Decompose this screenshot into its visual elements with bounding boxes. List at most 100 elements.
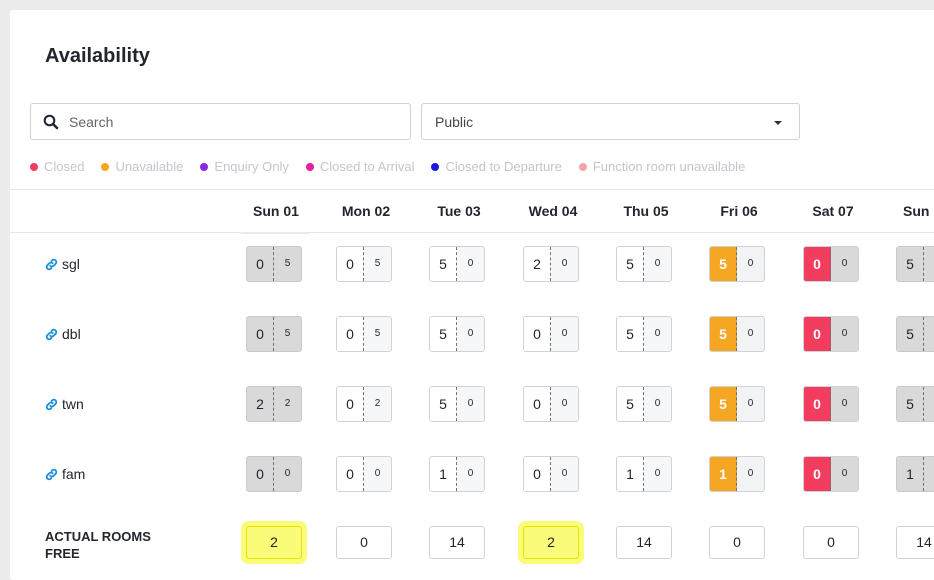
rooms-free-value: 14 <box>429 526 485 559</box>
availability-cell[interactable]: 50 <box>896 386 934 422</box>
availability-cell[interactable]: 50 <box>429 246 485 282</box>
availability-cell[interactable]: 00 <box>803 316 859 352</box>
available-count[interactable]: 5 <box>617 317 644 351</box>
availability-cell[interactable]: 50 <box>429 316 485 352</box>
day-header[interactable]: Sat 07 <box>793 203 873 219</box>
booked-count: 0 <box>654 328 661 339</box>
available-count[interactable]: 0 <box>337 247 364 281</box>
booked-count: 2 <box>374 398 381 409</box>
available-count[interactable]: 2 <box>524 247 551 281</box>
day-header[interactable]: Fri 06 <box>699 203 779 219</box>
available-count[interactable]: 5 <box>710 317 737 351</box>
available-count[interactable]: 0 <box>337 457 364 491</box>
rooms-free-number: 14 <box>449 534 465 550</box>
rooms-free-value: 0 <box>803 526 859 559</box>
day-header[interactable]: Wed 04 <box>513 203 593 219</box>
booked-count: 0 <box>561 258 568 269</box>
room-label-fam[interactable]: fam <box>45 466 85 482</box>
available-count[interactable]: 0 <box>804 317 831 351</box>
available-count[interactable]: 0 <box>337 317 364 351</box>
room-label-sgl[interactable]: sgl <box>45 256 80 272</box>
availability-cell[interactable]: 50 <box>896 246 934 282</box>
room-label-dbl[interactable]: dbl <box>45 326 81 342</box>
day-header[interactable]: Thu 05 <box>606 203 686 219</box>
rooms-free-value: 14 <box>616 526 672 559</box>
available-count[interactable]: 0 <box>524 387 551 421</box>
availability-cell[interactable]: 00 <box>803 386 859 422</box>
search-input[interactable] <box>69 112 399 132</box>
rooms-free-number: 14 <box>916 534 932 550</box>
available-count[interactable]: 5 <box>617 387 644 421</box>
availability-cell[interactable]: 05 <box>336 316 392 352</box>
availability-cell[interactable]: 10 <box>616 456 672 492</box>
booked-count: 0 <box>841 398 848 409</box>
availability-cell[interactable]: 50 <box>709 316 765 352</box>
actual-rooms-free-text: ACTUAL ROOMS FREE <box>45 529 151 561</box>
booked-count: 0 <box>747 468 754 479</box>
availability-cell[interactable]: 05 <box>246 316 302 352</box>
availability-cell[interactable]: 00 <box>803 246 859 282</box>
available-count[interactable]: 5 <box>710 247 737 281</box>
booked-count: 0 <box>747 398 754 409</box>
available-count[interactable]: 0 <box>247 247 274 281</box>
booked-count: 0 <box>654 258 661 269</box>
availability-cell[interactable]: 00 <box>246 456 302 492</box>
availability-cell[interactable]: 50 <box>896 316 934 352</box>
available-count[interactable]: 1 <box>617 457 644 491</box>
available-count[interactable]: 5 <box>710 387 737 421</box>
day-header[interactable]: Sun 01 <box>236 203 316 219</box>
availability-cell[interactable]: 00 <box>803 456 859 492</box>
day-header[interactable]: Tue 03 <box>419 203 499 219</box>
available-count[interactable]: 0 <box>804 247 831 281</box>
legend-dot <box>101 162 110 171</box>
available-count[interactable]: 0 <box>804 387 831 421</box>
available-count[interactable]: 5 <box>617 247 644 281</box>
booked-count: 0 <box>841 258 848 269</box>
available-count[interactable]: 0 <box>247 317 274 351</box>
available-count[interactable]: 5 <box>430 387 457 421</box>
available-count[interactable]: 5 <box>897 387 924 421</box>
available-count[interactable]: 0 <box>804 457 831 491</box>
search-box[interactable] <box>30 103 411 140</box>
day-header[interactable]: Mon 02 <box>326 203 406 219</box>
room-label-twn[interactable]: twn <box>45 396 84 412</box>
booked-count: 0 <box>747 258 754 269</box>
available-count[interactable]: 0 <box>337 387 364 421</box>
rooms-free-number: 2 <box>547 534 555 550</box>
available-count[interactable]: 5 <box>897 247 924 281</box>
availability-cell[interactable]: 00 <box>336 456 392 492</box>
availability-cell[interactable]: 20 <box>523 246 579 282</box>
room-name: fam <box>62 466 86 482</box>
available-count[interactable]: 2 <box>247 387 274 421</box>
availability-cell[interactable]: 10 <box>709 456 765 492</box>
available-count[interactable]: 0 <box>524 317 551 351</box>
rooms-free-value: 14 <box>896 526 934 559</box>
availability-cell[interactable]: 02 <box>336 386 392 422</box>
legend-item: Unavailable <box>101 159 183 174</box>
availability-cell[interactable]: 50 <box>616 246 672 282</box>
availability-cell[interactable]: 50 <box>709 386 765 422</box>
day-header[interactable]: Sun 08 <box>886 203 934 219</box>
rate-select[interactable]: Public <box>421 103 800 140</box>
availability-cell[interactable]: 22 <box>246 386 302 422</box>
availability-cell[interactable]: 00 <box>523 316 579 352</box>
available-count[interactable]: 5 <box>430 317 457 351</box>
available-count[interactable]: 0 <box>524 457 551 491</box>
availability-cell[interactable]: 50 <box>616 386 672 422</box>
availability-cell[interactable]: 50 <box>709 246 765 282</box>
rooms-free-number: 0 <box>733 534 741 550</box>
availability-cell[interactable]: 05 <box>246 246 302 282</box>
available-count[interactable]: 1 <box>430 457 457 491</box>
availability-cell[interactable]: 05 <box>336 246 392 282</box>
available-count[interactable]: 5 <box>430 247 457 281</box>
availability-cell[interactable]: 50 <box>429 386 485 422</box>
available-count[interactable]: 5 <box>897 317 924 351</box>
available-count[interactable]: 1 <box>710 457 737 491</box>
available-count[interactable]: 1 <box>897 457 924 491</box>
availability-cell[interactable]: 10 <box>429 456 485 492</box>
availability-cell[interactable]: 00 <box>523 386 579 422</box>
availability-cell[interactable]: 50 <box>616 316 672 352</box>
availability-cell[interactable]: 00 <box>523 456 579 492</box>
available-count[interactable]: 0 <box>247 457 274 491</box>
availability-cell[interactable]: 10 <box>896 456 934 492</box>
